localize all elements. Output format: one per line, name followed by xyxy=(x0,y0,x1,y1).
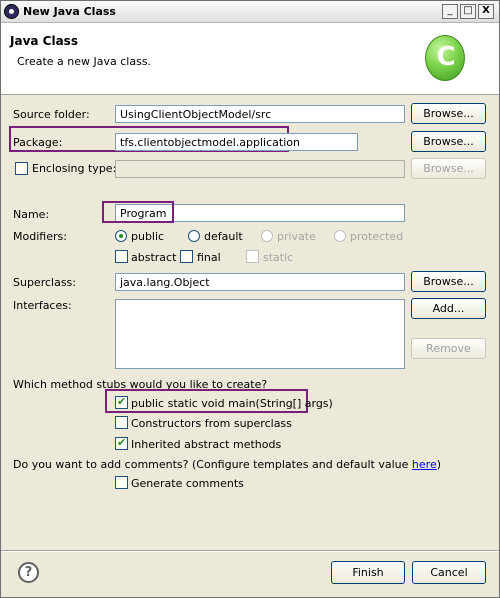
constructors-checkbox[interactable] xyxy=(115,416,128,429)
inherited-methods-checkbox[interactable] xyxy=(115,436,128,450)
default-radio[interactable] xyxy=(188,230,200,242)
title-bar: New Java Class _ □ X xyxy=(1,1,499,23)
footer-separator xyxy=(1,550,499,552)
interfaces-list[interactable] xyxy=(115,299,405,369)
source-folder-browse-button[interactable]: Browse... xyxy=(411,103,486,124)
finish-button[interactable]: Finish xyxy=(331,561,405,584)
cancel-button[interactable]: Cancel xyxy=(412,561,486,584)
generate-comments-checkbox[interactable] xyxy=(115,476,128,489)
maximize-button[interactable]: □ xyxy=(460,4,476,19)
inherited-methods-label: Inherited abstract methods xyxy=(131,438,282,451)
modifiers-label: Modifiers: xyxy=(13,230,67,243)
main-method-label: public static void main(String[] args) xyxy=(131,397,333,410)
comments-question: Do you want to add comments? (Configure … xyxy=(13,458,441,471)
enclosing-type-label: Enclosing type: xyxy=(32,162,117,175)
close-button[interactable]: X xyxy=(478,4,494,19)
final-label: final xyxy=(197,251,221,264)
window-title: New Java Class xyxy=(23,5,116,18)
remove-interface-button: Remove xyxy=(411,338,486,359)
java-class-icon: C xyxy=(425,35,465,81)
source-folder-label: Source folder: xyxy=(13,108,90,121)
name-label: Name: xyxy=(13,208,50,221)
name-highlight xyxy=(102,201,174,223)
configure-templates-link[interactable]: here xyxy=(412,458,437,471)
static-label: static xyxy=(263,251,294,264)
protected-radio xyxy=(334,230,346,242)
generate-comments-label: Generate comments xyxy=(131,477,244,490)
enclosing-type-input xyxy=(115,160,405,178)
constructors-label: Constructors from superclass xyxy=(131,417,292,430)
main-method-checkbox[interactable] xyxy=(115,395,128,409)
enclosing-type-browse-button: Browse... xyxy=(411,158,486,179)
minimize-button[interactable]: _ xyxy=(442,4,458,19)
superclass-input[interactable]: java.lang.Object xyxy=(115,273,405,291)
add-interface-button[interactable]: Add... xyxy=(411,298,486,319)
private-radio xyxy=(261,230,273,242)
superclass-label: Superclass: xyxy=(13,276,76,289)
abstract-checkbox[interactable] xyxy=(115,250,128,263)
public-radio[interactable] xyxy=(115,230,127,242)
page-title: Java Class xyxy=(10,34,78,48)
comments-question-suffix: ) xyxy=(436,458,442,471)
source-folder-input[interactable]: UsingClientObjectModel/src xyxy=(115,105,405,123)
abstract-label: abstract xyxy=(131,251,177,264)
final-checkbox[interactable] xyxy=(180,250,193,263)
interfaces-label: Interfaces: xyxy=(13,299,72,312)
enclosing-type-checkbox[interactable] xyxy=(15,162,28,175)
static-checkbox xyxy=(246,250,259,263)
new-java-class-dialog: New Java Class _ □ X Java Class Create a… xyxy=(0,0,500,598)
protected-label: protected xyxy=(350,230,404,243)
public-label: public xyxy=(131,230,165,243)
superclass-browse-button[interactable]: Browse... xyxy=(411,271,486,292)
comments-question-text: Do you want to add comments? (Configure … xyxy=(13,458,412,471)
package-browse-button[interactable]: Browse... xyxy=(411,131,486,152)
package-label: Package: xyxy=(13,136,63,149)
java-class-icon-letter: C xyxy=(436,42,456,72)
help-icon[interactable]: ? xyxy=(18,562,39,583)
package-input[interactable]: tfs.clientobjectmodel.application xyxy=(115,133,358,151)
private-label: private xyxy=(277,230,316,243)
eclipse-icon xyxy=(4,4,19,19)
wizard-header: Java Class Create a new Java class. C xyxy=(1,23,499,95)
page-description: Create a new Java class. xyxy=(17,55,152,68)
default-label: default xyxy=(204,230,243,243)
